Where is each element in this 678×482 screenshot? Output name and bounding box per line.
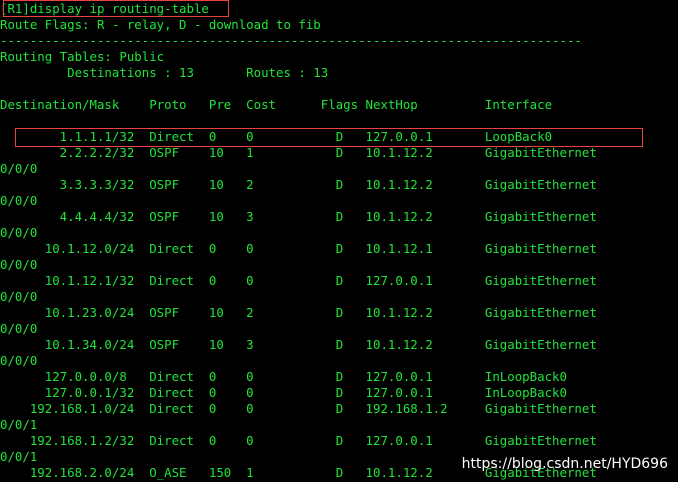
route-row-wrap: 0/0/0: [0, 193, 38, 208]
route-row-wrap: 0/0/1: [0, 449, 38, 464]
route-row: 127.0.0.0/8 Direct 0 0 D 127.0.0.1 InLoo…: [0, 369, 567, 384]
route-flags-legend: Route Flags: R - relay, D - download to …: [0, 17, 321, 32]
watermark-text: https://blog.csdn.net/HYD696: [461, 456, 668, 472]
route-row-wrap: 0/0/0: [0, 257, 38, 272]
route-highlight-box: [15, 128, 643, 147]
route-row: 127.0.0.1/32 Direct 0 0 D 127.0.0.1 InLo…: [0, 385, 567, 400]
route-row-wrap: 0/0/0: [0, 289, 38, 304]
destinations-summary: Destinations : 13 Routes : 13: [0, 65, 329, 80]
route-row: 10.1.12.1/32 Direct 0 0 D 127.0.0.1 Giga…: [0, 273, 597, 288]
route-row-wrap: 0/0/0: [0, 161, 38, 176]
route-row-wrap: 0/0/0: [0, 321, 38, 336]
table-header: Destination/Mask Proto Pre Cost Flags Ne…: [0, 97, 553, 112]
route-row-wrap: 0/0/0: [0, 353, 38, 368]
route-row: 4.4.4.4/32 OSPF 10 3 D 10.1.12.2 Gigabit…: [0, 209, 597, 224]
route-row: 192.168.1.0/24 Direct 0 0 D 192.168.1.2 …: [0, 401, 597, 416]
terminal-window: [R1]display ip routing-table Route Flags…: [0, 0, 678, 482]
command-highlight-box: [3, 0, 229, 17]
route-row: 10.1.23.0/24 OSPF 10 2 D 10.1.12.2 Gigab…: [0, 305, 597, 320]
route-row-wrap: 0/0/1: [0, 417, 38, 432]
route-row: 10.1.34.0/24 OSPF 10 3 D 10.1.12.2 Gigab…: [0, 337, 597, 352]
separator-line: ----------------------------------------…: [0, 33, 582, 48]
route-row: 192.168.1.2/32 Direct 0 0 D 127.0.0.1 Gi…: [0, 433, 597, 448]
routing-tables-label: Routing Tables: Public: [0, 49, 165, 64]
route-row: 3.3.3.3/32 OSPF 10 2 D 10.1.12.2 Gigabit…: [0, 177, 597, 192]
route-row-wrap: 0/0/0: [0, 225, 38, 240]
route-row: 10.1.12.0/24 Direct 0 0 D 10.1.12.1 Giga…: [0, 241, 597, 256]
route-row: 2.2.2.2/32 OSPF 10 1 D 10.1.12.2 Gigabit…: [0, 145, 597, 160]
